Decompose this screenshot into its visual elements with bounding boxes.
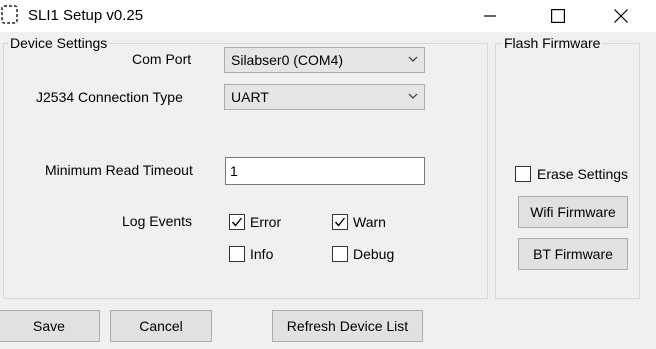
erase-settings-label: Erase Settings xyxy=(537,166,629,182)
title-bar: SLI1 Setup v0.25 xyxy=(0,0,656,32)
save-button[interactable]: Save xyxy=(0,310,100,342)
connection-type-value: UART xyxy=(231,89,269,105)
connection-type-label: J2534 Connection Type xyxy=(36,89,183,105)
erase-settings-checkbox[interactable] xyxy=(515,166,531,182)
info-label: Info xyxy=(250,246,274,262)
warn-checkbox[interactable] xyxy=(332,214,348,230)
connection-type-select[interactable]: UART xyxy=(224,84,425,110)
debug-checkbox[interactable] xyxy=(332,246,348,262)
debug-label: Debug xyxy=(353,246,395,262)
checkmark-icon xyxy=(231,217,243,227)
chevron-down-icon xyxy=(408,56,418,62)
wifi-firmware-button[interactable]: Wifi Firmware xyxy=(518,196,628,228)
min-read-timeout-label: Minimum Read Timeout xyxy=(45,162,193,178)
min-read-timeout-field[interactable] xyxy=(225,157,425,185)
checkmark-icon xyxy=(334,217,346,227)
com-port-value: Silabser0 (COM4) xyxy=(231,52,344,68)
flash-firmware-title: Flash Firmware xyxy=(502,35,603,51)
refresh-device-list-button[interactable]: Refresh Device List xyxy=(272,310,423,342)
close-button[interactable] xyxy=(598,0,644,32)
window-title: SLI1 Setup v0.25 xyxy=(28,7,144,24)
cancel-button[interactable]: Cancel xyxy=(110,310,212,342)
minimize-icon xyxy=(484,15,496,17)
device-settings-title: Device Settings xyxy=(8,35,110,51)
com-port-select[interactable]: Silabser0 (COM4) xyxy=(224,47,425,73)
maximize-button[interactable] xyxy=(535,0,581,32)
chevron-down-icon xyxy=(408,93,418,99)
bt-firmware-button[interactable]: BT Firmware xyxy=(518,238,628,270)
log-events-label: Log Events xyxy=(122,213,193,229)
com-port-label: Com Port xyxy=(132,51,192,67)
minimize-button[interactable] xyxy=(467,0,513,32)
error-label: Error xyxy=(250,214,282,230)
info-checkbox[interactable] xyxy=(229,246,245,262)
warn-label: Warn xyxy=(353,214,386,230)
app-icon xyxy=(1,5,18,24)
maximize-icon xyxy=(551,9,565,23)
min-read-timeout-input[interactable] xyxy=(230,163,415,179)
error-checkbox[interactable] xyxy=(229,214,245,230)
close-icon xyxy=(614,9,628,23)
